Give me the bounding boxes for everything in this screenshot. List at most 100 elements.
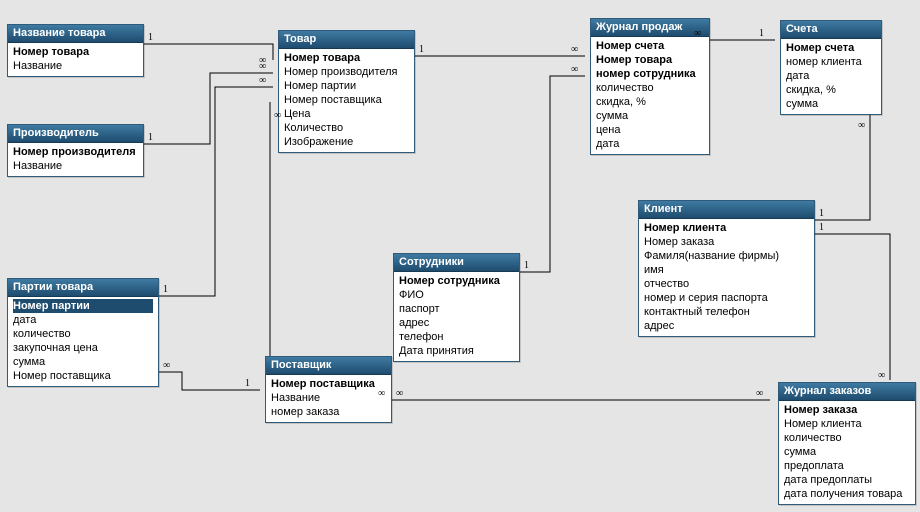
field[interactable]: Номер производителя [13,145,138,159]
cardinality-label: ∞ [878,370,885,381]
entity-nazvanie-tovara[interactable]: Название товара Номер товараНазвание [7,24,144,77]
field[interactable]: паспорт [399,302,514,316]
cardinality-label: 1 [819,208,824,219]
field[interactable]: количество [13,327,153,341]
cardinality-label: 1 [245,378,250,389]
field[interactable]: скидка, % [596,95,704,109]
field[interactable]: дата [596,137,704,151]
field[interactable]: сумма [786,97,876,111]
relationship-line [520,76,585,272]
field[interactable]: телефон [399,330,514,344]
field[interactable]: скидка, % [786,83,876,97]
field[interactable]: дата [786,69,876,83]
field[interactable]: Номер партии [13,299,153,313]
entity-title: Клиент [639,201,814,219]
field[interactable]: предоплата [784,459,910,473]
field[interactable]: контактный телефон [644,305,809,319]
field[interactable]: отчество [644,277,809,291]
field[interactable]: Название [271,391,386,405]
field[interactable]: Номер заказа [784,403,910,417]
entity-postavshchik[interactable]: ПоставщикНомер поставщикаНазваниеномер з… [265,356,392,423]
cardinality-label: ∞ [571,64,578,75]
field[interactable]: Номер клиента [784,417,910,431]
field[interactable]: имя [644,263,809,277]
cardinality-label: 1 [819,222,824,233]
cardinality-label: 1 [419,44,424,55]
entity-proizvoditel[interactable]: ПроизводительНомер производителяНазвание [7,124,144,177]
field[interactable]: Дата принятия [399,344,514,358]
entity-body: Номер заказаНомер клиентаколичествосумма… [779,401,915,504]
field[interactable]: номер заказа [271,405,386,419]
entity-title: Партии товара [8,279,158,297]
field[interactable]: Номер товара [13,45,138,59]
field[interactable]: номер клиента [786,55,876,69]
cardinality-label: ∞ [259,61,266,72]
entity-scheta[interactable]: Счета Номер счетаномер клиентадатаскидка,… [780,20,882,115]
field[interactable]: Номер поставщика [284,93,409,107]
cardinality-label: 1 [524,260,529,271]
cardinality-label: ∞ [571,44,578,55]
field[interactable]: закупочная цена [13,341,153,355]
field[interactable]: Название [13,59,138,73]
field[interactable]: Номер партии [284,79,409,93]
field[interactable]: Номер счета [786,41,876,55]
field[interactable]: Номер клиента [644,221,809,235]
cardinality-label: 1 [163,284,168,295]
relationship-line [159,87,273,296]
entity-body: Номер счетаНомер товараномер сотрудникак… [591,37,709,154]
field[interactable]: номер сотрудника [596,67,704,81]
cardinality-label: 1 [759,28,764,39]
entity-partii-tovara[interactable]: Партии товараНомер партиидатаколичествоз… [7,278,159,387]
entity-title: Журнал заказов [779,383,915,401]
cardinality-label: ∞ [858,120,865,131]
field[interactable]: количество [596,81,704,95]
field[interactable]: дата получения товара [784,487,910,501]
field[interactable]: Номер поставщика [13,369,153,383]
field[interactable]: Фамиля(название фирмы) [644,249,809,263]
field[interactable]: Номер заказа [644,235,809,249]
cardinality-label: ∞ [163,360,170,371]
entity-tovar[interactable]: ТоварНомер товараНомер производителяНоме… [278,30,415,153]
field[interactable]: дата [13,313,153,327]
cardinality-label: 1 [148,132,153,143]
field[interactable]: Цена [284,107,409,121]
entity-zhurnal-zakazov[interactable]: Журнал заказовНомер заказаНомер клиентак… [778,382,916,505]
cardinality-label: ∞ [274,110,281,121]
field[interactable]: номер и серия паспорта [644,291,809,305]
field[interactable]: сумма [13,355,153,369]
field[interactable]: Номер товара [284,51,409,65]
cardinality-label: ∞ [378,388,385,399]
entity-body: Номер производителяНазвание [8,143,143,176]
field[interactable]: адрес [399,316,514,330]
field[interactable]: Номер счета [596,39,704,53]
entity-body: Номер сотрудникаФИОпаспортадрестелефонДа… [394,272,519,361]
field[interactable]: Изображение [284,135,409,149]
field[interactable]: Номер сотрудника [399,274,514,288]
entity-title: Сотрудники [394,254,519,272]
field[interactable]: Номер поставщика [271,377,386,391]
field[interactable]: дата предоплаты [784,473,910,487]
entity-sotrudniki[interactable]: СотрудникиНомер сотрудникаФИОпаспортадре… [393,253,520,362]
field[interactable]: цена [596,123,704,137]
field[interactable]: сумма [596,109,704,123]
entity-body: Номер партиидатаколичествозакупочная цен… [8,297,158,386]
field[interactable]: количество [784,431,910,445]
field[interactable]: Номер производителя [284,65,409,79]
field[interactable]: ФИО [399,288,514,302]
field[interactable]: Количество [284,121,409,135]
field[interactable]: Номер товара [596,53,704,67]
entity-title: Счета [781,21,881,39]
entity-klient[interactable]: Клиент Номер клиентаНомер заказаФамиля(на… [638,200,815,337]
entity-zhurnal-prodazh[interactable]: Журнал продажНомер счетаНомер товараноме… [590,18,710,155]
field[interactable]: сумма [784,445,910,459]
field[interactable]: Название [13,159,138,173]
entity-title: Производитель [8,125,143,143]
cardinality-label: ∞ [694,28,701,39]
field[interactable]: адрес [644,319,809,333]
cardinality-label: ∞ [259,75,266,86]
entity-title: Название товара [8,25,143,43]
entity-title: Товар [279,31,414,49]
relationship-line [144,44,273,60]
relationship-line [815,234,890,380]
entity-title: Журнал продаж [591,19,709,37]
